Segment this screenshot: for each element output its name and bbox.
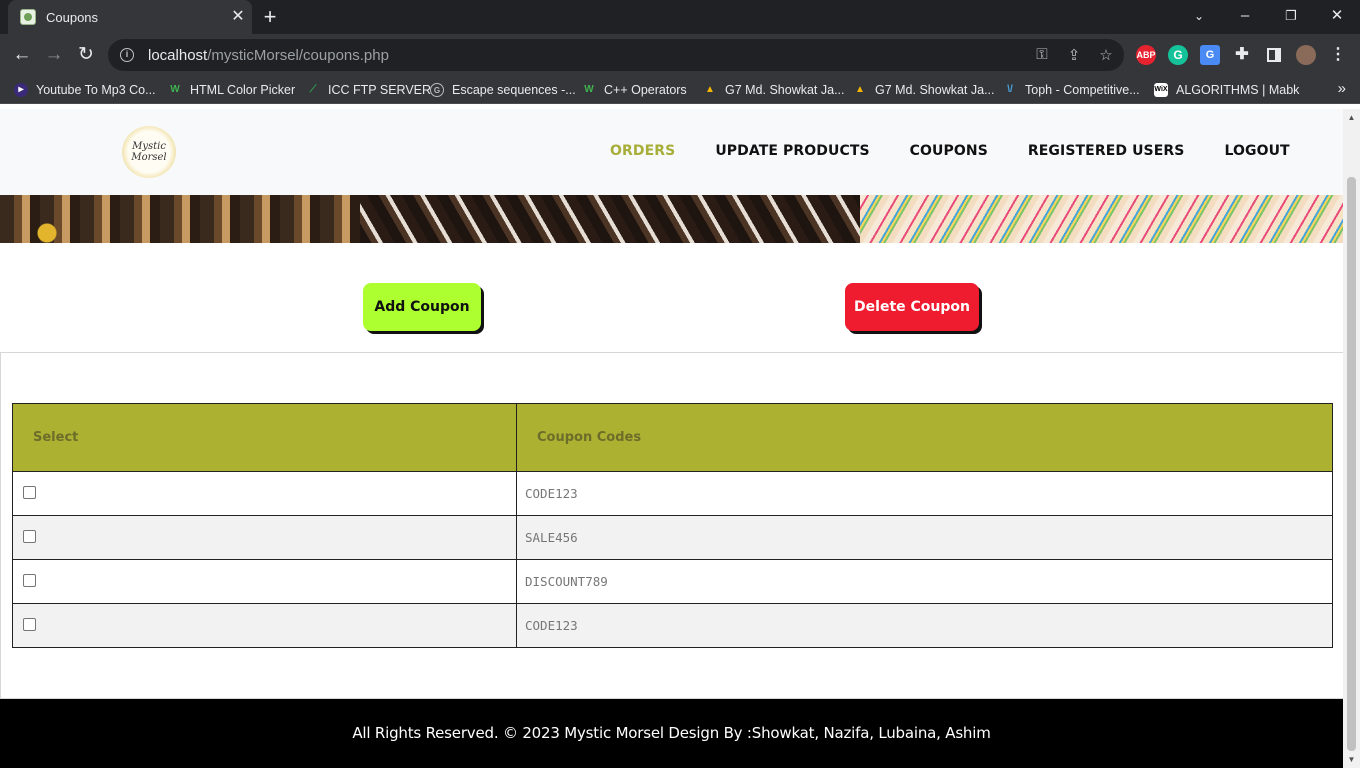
tab-title: Coupons — [46, 9, 99, 25]
page-scrollbar[interactable]: ▲ ▼ — [1343, 109, 1360, 768]
coupon-code-cell: SALE456 — [516, 515, 1333, 560]
hero-banner-image — [0, 195, 1343, 243]
drive-icon: ▲ — [705, 84, 715, 95]
logo-text-line1: Mystic — [132, 141, 166, 152]
restore-icon[interactable]: ❐ — [1268, 0, 1314, 34]
minimize-icon[interactable]: – — [1222, 0, 1268, 34]
column-header-coupon-codes: Coupon Codes — [516, 403, 1333, 472]
tab-close-icon[interactable]: ✕ — [224, 0, 252, 34]
main-nav: ORDERS UPDATE PRODUCTS COUPONS REGISTERE… — [610, 143, 1330, 159]
logo-text-line2: Morsel — [131, 152, 167, 163]
new-tab-icon[interactable]: + — [258, 0, 282, 34]
table-row: SALE456 — [12, 515, 1333, 560]
scroll-up-icon[interactable]: ▲ — [1343, 113, 1360, 122]
bookmark-escape-sequences[interactable]: G Escape sequences -... — [430, 76, 576, 104]
bookmark-toph[interactable]: \/Toph - Competitive... — [1003, 76, 1139, 104]
site-favicon-icon — [20, 9, 36, 25]
side-panel-icon[interactable] — [1264, 45, 1284, 65]
bookmark-html-color-picker[interactable]: W HTML Color Picker — [168, 76, 295, 104]
bookmark-g7-2[interactable]: ▲ G7 Md. Showkat Ja... — [853, 76, 994, 104]
nav-orders[interactable]: ORDERS — [610, 143, 675, 159]
w-icon: W — [584, 84, 594, 95]
row-checkbox[interactable] — [23, 486, 36, 499]
browser-toolbar: ← → ↻ i localhost/mysticMorsel/coupons.p… — [0, 34, 1360, 76]
toph-icon: \/ — [1007, 84, 1013, 95]
row-checkbox[interactable] — [23, 618, 36, 631]
coupon-code-cell: CODE123 — [516, 471, 1333, 516]
table-row: CODE123 — [12, 471, 1333, 516]
coupon-table-container: Select Coupon Codes CODE123 SALE456 DISC… — [0, 352, 1343, 699]
bookmark-cpp-operators[interactable]: W C++ Operators — [582, 76, 686, 104]
play-icon: ▸ — [14, 83, 28, 97]
leaf-icon: ⟋ — [309, 84, 317, 95]
address-bar[interactable]: i localhost/mysticMorsel/coupons.php ⚿ ⇪… — [108, 39, 1124, 71]
table-row: CODE123 — [12, 603, 1333, 648]
coupon-code-cell: DISCOUNT789 — [516, 559, 1333, 604]
add-coupon-button[interactable]: Add Coupon — [363, 283, 481, 331]
reload-icon[interactable]: ↻ — [72, 41, 100, 69]
back-icon[interactable]: ← — [8, 41, 36, 69]
wix-icon: WiX — [1154, 83, 1168, 97]
table-row: DISCOUNT789 — [12, 559, 1333, 604]
close-window-icon[interactable]: ✕ — [1314, 0, 1360, 34]
scroll-down-icon[interactable]: ▼ — [1343, 755, 1360, 764]
key-icon[interactable]: ⚿ — [1032, 46, 1052, 63]
site-header: Mystic Morsel ORDERS UPDATE PRODUCTS COU… — [0, 109, 1343, 195]
nav-registered-users[interactable]: REGISTERED USERS — [1028, 143, 1185, 159]
translate-icon[interactable]: G — [1200, 45, 1220, 65]
row-checkbox[interactable] — [23, 574, 36, 587]
w-icon: W — [170, 84, 180, 95]
page-content: Mystic Morsel ORDERS UPDATE PRODUCTS COU… — [0, 109, 1343, 768]
bookmark-g7-1[interactable]: ▲ G7 Md. Showkat Ja... — [703, 76, 844, 104]
bookmark-algorithms[interactable]: WiX ALGORITHMS | Mabk — [1154, 76, 1299, 104]
browser-tab-strip: Coupons ✕ + ⌄ – ❐ ✕ — [0, 0, 1360, 34]
drive-icon: ▲ — [855, 84, 865, 95]
browser-tab[interactable]: Coupons ✕ — [8, 0, 252, 34]
extensions-puzzle-icon[interactable]: ✚ — [1232, 45, 1252, 65]
hero-chocolate-texture — [360, 195, 860, 243]
nav-coupons[interactable]: COUPONS — [910, 143, 988, 159]
profile-avatar[interactable] — [1296, 45, 1316, 65]
browser-menu-icon[interactable]: ⋮ — [1328, 45, 1348, 65]
row-checkbox[interactable] — [23, 530, 36, 543]
bookmarks-bar: ▸ Youtube To Mp3 Co... W HTML Color Picker… — [0, 76, 1360, 104]
delete-coupon-button[interactable]: Delete Coupon — [845, 283, 979, 331]
nav-logout[interactable]: LOGOUT — [1224, 143, 1289, 159]
star-icon[interactable]: ☆ — [1096, 46, 1116, 64]
hero-sprinkles-texture — [860, 195, 1343, 243]
bookmark-icc-ftp[interactable]: ⟋ ICC FTP SERVER — [306, 76, 432, 104]
site-info-icon[interactable]: i — [120, 48, 134, 62]
site-footer: All Rights Reserved. © 2023 Mystic Morse… — [0, 699, 1343, 768]
mystic-morsel-logo[interactable]: Mystic Morsel — [122, 126, 176, 178]
nav-update-products[interactable]: UPDATE PRODUCTS — [715, 143, 869, 159]
bookmark-youtube-mp3[interactable]: ▸ Youtube To Mp3 Co... — [14, 76, 156, 104]
adblock-icon[interactable]: ABP — [1136, 45, 1156, 65]
coupon-actions: Add Coupon Delete Coupon — [0, 243, 1343, 353]
coupon-table: Select Coupon Codes CODE123 SALE456 DISC… — [12, 403, 1333, 648]
share-icon[interactable]: ⇪ — [1064, 46, 1084, 64]
forward-icon[interactable]: → — [40, 41, 68, 69]
coupon-code-cell: CODE123 — [516, 603, 1333, 648]
column-header-select: Select — [12, 403, 517, 472]
grammarly-icon[interactable]: G — [1168, 45, 1188, 65]
c-icon: G — [430, 83, 444, 97]
tab-search-icon[interactable]: ⌄ — [1176, 0, 1222, 34]
more-bookmarks-icon[interactable]: » — [1338, 80, 1346, 97]
url-text: localhost/mysticMorsel/coupons.php — [148, 46, 389, 64]
scrollbar-thumb[interactable] — [1347, 177, 1356, 751]
